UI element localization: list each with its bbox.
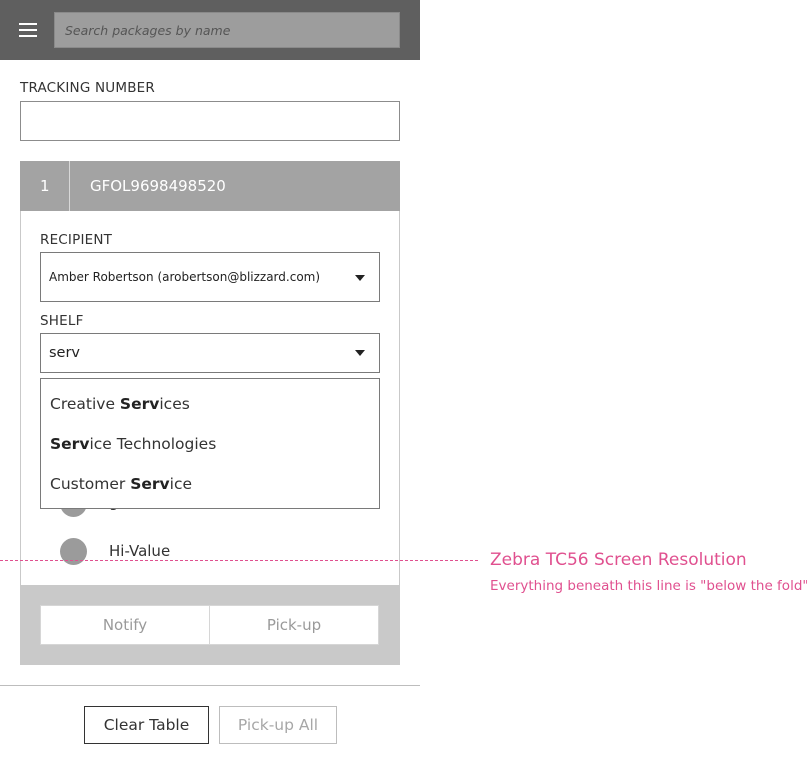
tracking-number-input[interactable] <box>20 101 400 141</box>
package-card-header: 1 GFOL9698498520 <box>20 161 400 211</box>
recipient-value: Amber Robertson (arobertson@blizzard.com… <box>49 270 321 284</box>
shelf-option[interactable]: Service Technologies <box>50 435 216 453</box>
pickup-all-button[interactable]: Pick-up All <box>219 706 337 744</box>
fold-annotation-title: Zebra TC56 Screen Resolution <box>490 550 747 570</box>
clear-table-button[interactable]: Clear Table <box>84 706 209 744</box>
shelf-value: serv <box>49 345 81 361</box>
pickup-button[interactable]: Pick-up <box>209 605 379 645</box>
divider <box>0 685 420 686</box>
fold-annotation-note: Everything beneath this line is "below t… <box>490 578 807 594</box>
recipient-label: RECIPIENT <box>40 232 113 248</box>
top-bar <box>0 0 420 60</box>
shelf-dropdown-list: Creative Services Service Technologies C… <box>40 378 380 509</box>
search-input[interactable] <box>54 12 400 48</box>
chevron-down-icon <box>355 275 365 281</box>
package-tracking-number: GFOL9698498520 <box>90 177 226 195</box>
shelf-option[interactable]: Creative Services <box>50 395 190 413</box>
package-index: 1 <box>20 161 70 211</box>
shelf-select[interactable]: serv <box>40 333 380 373</box>
recipient-select[interactable]: Amber Robertson (arobertson@blizzard.com… <box>40 252 380 302</box>
app-screen: TRACKING NUMBER 1 GFOL9698498520 RECIPIE… <box>0 0 420 765</box>
package-action-bar: Notify Pick-up <box>20 585 400 665</box>
chevron-down-icon <box>355 350 365 356</box>
shelf-label: SHELF <box>40 313 84 329</box>
radio-label-hi-value: Hi-Value <box>109 542 171 560</box>
notify-button[interactable]: Notify <box>40 605 210 645</box>
fold-line <box>0 560 478 561</box>
tracking-number-label: TRACKING NUMBER <box>20 80 155 96</box>
hamburger-menu-icon[interactable] <box>19 23 37 37</box>
shelf-option[interactable]: Customer Service <box>50 475 192 493</box>
